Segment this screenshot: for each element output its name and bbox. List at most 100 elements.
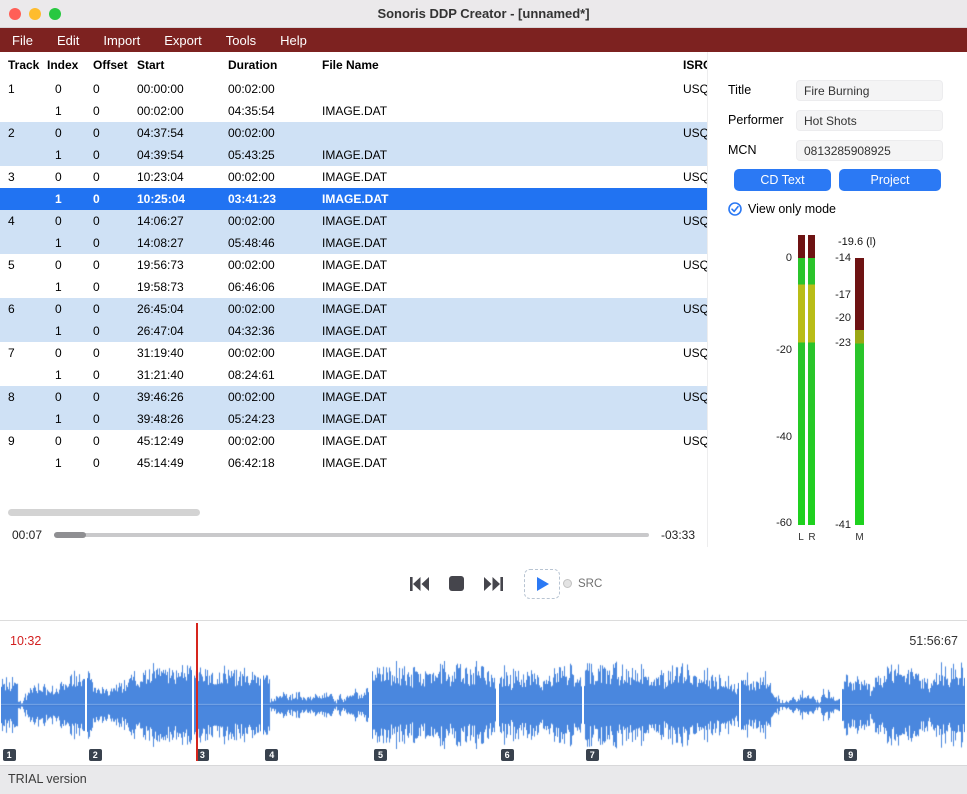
track-number-badge: 2 [89, 749, 102, 761]
menu-file[interactable]: File [12, 33, 33, 48]
performer-field[interactable] [796, 110, 943, 131]
table-row[interactable]: 50019:56:7300:02:00IMAGE.DATUSQ [0, 254, 707, 276]
cell-duration: 00:02:00 [228, 122, 322, 144]
view-only-mode-toggle[interactable]: View only mode [728, 202, 836, 216]
waveform-canvas [372, 659, 496, 751]
cell-offset: 0 [93, 430, 137, 452]
table-row[interactable]: 1031:21:4008:24:61IMAGE.DAT [0, 364, 707, 386]
cell-index: 0 [47, 298, 93, 320]
cell-isrc: USQ [683, 254, 707, 276]
waveform-track-block[interactable]: 8 [741, 659, 840, 751]
cell-isrc [683, 100, 707, 122]
table-row[interactable]: 30010:23:0400:02:00IMAGE.DATUSQ [0, 166, 707, 188]
table-row[interactable]: 20004:37:5400:02:00USQ [0, 122, 707, 144]
cell-start: 39:48:26 [137, 408, 228, 430]
previous-track-button[interactable] [407, 574, 431, 594]
traffic-lights [9, 8, 61, 20]
trial-version-text: TRIAL version [8, 772, 87, 786]
table-row[interactable]: 40014:06:2700:02:00IMAGE.DATUSQ [0, 210, 707, 232]
minimize-button[interactable] [29, 8, 41, 20]
cell-isrc [683, 276, 707, 298]
table-row[interactable]: 80039:46:2600:02:00IMAGE.DATUSQ [0, 386, 707, 408]
menu-tools[interactable]: Tools [226, 33, 256, 48]
mcn-field[interactable] [796, 140, 943, 161]
waveform-track-block[interactable]: 5 [372, 659, 496, 751]
cell-isrc: USQ [683, 386, 707, 408]
stop-button[interactable] [449, 576, 464, 591]
table-row[interactable]: 1039:48:2605:24:23IMAGE.DAT [0, 408, 707, 430]
cd-text-panel: Title Performer MCN CD Text Project View… [707, 52, 967, 547]
waveform-track-block[interactable]: 6 [499, 659, 582, 751]
m-scale-41: -41 [819, 519, 851, 531]
table-row[interactable]: 10000:00:0000:02:00USQ [0, 78, 707, 100]
cell-start: 10:23:04 [137, 166, 228, 188]
cell-index: 0 [47, 210, 93, 232]
cell-track [8, 276, 47, 298]
close-button[interactable] [9, 8, 21, 20]
menu-help[interactable]: Help [280, 33, 307, 48]
cell-index: 0 [47, 122, 93, 144]
cell-offset: 0 [93, 452, 137, 474]
seek-fill [54, 532, 86, 538]
cell-index: 1 [47, 144, 93, 166]
cell-file: IMAGE.DAT [322, 166, 683, 188]
waveform-track-block[interactable]: 7 [584, 659, 739, 751]
cell-index: 1 [47, 364, 93, 386]
waveform-track-block[interactable]: 2 [87, 659, 192, 751]
table-row[interactable]: 90045:12:4900:02:00IMAGE.DATUSQ [0, 430, 707, 452]
title-field[interactable] [796, 80, 943, 101]
table-row[interactable]: 1026:47:0404:32:36IMAGE.DAT [0, 320, 707, 342]
cd-text-button[interactable]: CD Text [734, 169, 831, 191]
table-row[interactable]: 70031:19:4000:02:00IMAGE.DATUSQ [0, 342, 707, 364]
table-row[interactable]: 1014:08:2705:48:46IMAGE.DAT [0, 232, 707, 254]
cell-track: 6 [8, 298, 47, 320]
cell-start: 31:19:40 [137, 342, 228, 364]
seek-slider[interactable] [54, 533, 649, 537]
seek-row: 00:07 -03:33 [0, 524, 707, 546]
table-row[interactable]: 1000:02:0004:35:54IMAGE.DAT [0, 100, 707, 122]
play-button[interactable] [524, 569, 560, 599]
cell-track [8, 408, 47, 430]
waveform-track-block[interactable]: 9 [842, 659, 965, 751]
menu-export[interactable]: Export [164, 33, 202, 48]
table-row[interactable]: 60026:45:0400:02:00IMAGE.DATUSQ [0, 298, 707, 320]
cell-track [8, 144, 47, 166]
cell-index: 0 [47, 254, 93, 276]
cell-index: 0 [47, 342, 93, 364]
scrollbar-thumb[interactable] [8, 509, 200, 516]
table-row[interactable]: 1010:25:0403:41:23IMAGE.DAT [0, 188, 707, 210]
lr-scale-20: -20 [758, 344, 792, 356]
cell-duration: 05:48:46 [228, 232, 322, 254]
channel-label-right: R [806, 532, 818, 543]
waveform-track-block[interactable]: 4 [263, 659, 369, 751]
cell-index: 1 [47, 232, 93, 254]
table-row[interactable]: 1004:39:5405:43:25IMAGE.DAT [0, 144, 707, 166]
table-header: Track Index Offset Start Duration File N… [0, 52, 707, 78]
cell-start: 45:12:49 [137, 430, 228, 452]
table-row[interactable]: 1045:14:4906:42:18IMAGE.DAT [0, 452, 707, 474]
table-row[interactable]: 1019:58:7306:46:06IMAGE.DAT [0, 276, 707, 298]
cell-file: IMAGE.DAT [322, 210, 683, 232]
waveform-canvas [263, 659, 369, 751]
waveform-canvas [741, 659, 840, 751]
cell-duration: 04:32:36 [228, 320, 322, 342]
cell-offset: 0 [93, 276, 137, 298]
project-button[interactable]: Project [839, 169, 941, 191]
view-only-check-icon [728, 202, 742, 216]
cell-track: 4 [8, 210, 47, 232]
next-track-button[interactable] [482, 574, 506, 594]
cell-file: IMAGE.DAT [322, 364, 683, 386]
menu-import[interactable]: Import [103, 33, 140, 48]
cell-track: 9 [8, 430, 47, 452]
zoom-button[interactable] [49, 8, 61, 20]
column-header-file-name: File Name [322, 52, 683, 78]
menu-edit[interactable]: Edit [57, 33, 79, 48]
track-number-badge: 1 [3, 749, 16, 761]
waveform-track-block[interactable]: 1 [1, 659, 85, 751]
cell-offset: 0 [93, 210, 137, 232]
window-title: Sonoris DDP Creator - [unnamed*] [0, 0, 967, 27]
cell-file [322, 122, 683, 144]
mcn-label: MCN [728, 143, 756, 157]
meter-bar-mono [855, 258, 864, 525]
waveform-track-block[interactable]: 3 [194, 659, 261, 751]
